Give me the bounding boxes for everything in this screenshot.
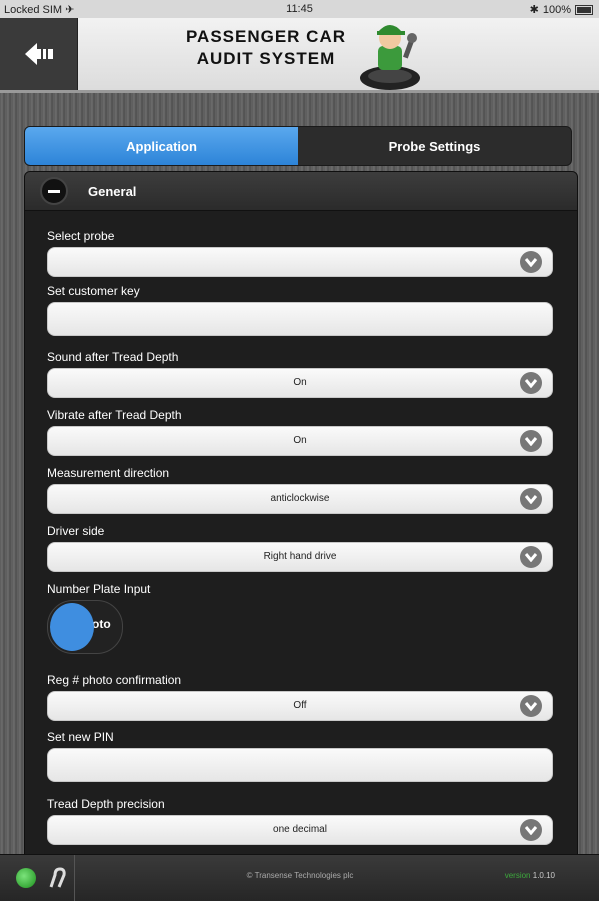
customer-key-field: Set customer key (47, 284, 553, 336)
driver-side-value: Right hand drive (263, 551, 337, 562)
version-number: 1.0.10 (532, 871, 555, 880)
precision-label: Tread Depth precision (47, 797, 165, 811)
app-title-line1: PASSENGER CAR (185, 27, 347, 46)
reg-photo-label: Reg # photo confirmation (47, 673, 182, 687)
vibrate-value: On (293, 435, 307, 446)
driver-side-dropdown[interactable]: Right hand drive (47, 542, 553, 572)
app-title-line2: AUDIT SYSTEM (196, 49, 336, 68)
select-probe-field: Select probe (47, 229, 553, 277)
status-bar: Locked SIM ✈ 11:45 ✱ 100% (0, 0, 599, 18)
select-probe-label: Select probe (47, 229, 115, 243)
connection-status-icon[interactable] (16, 868, 36, 888)
vibrate-field: Vibrate after Tread Depth On (47, 408, 553, 456)
number-plate-toggle-text: oto (92, 617, 111, 631)
toggle-knob[interactable] (50, 603, 94, 651)
sound-value: On (293, 377, 307, 388)
number-plate-field: Number Plate Input oto (47, 582, 553, 654)
sound-label: Sound after Tread Depth (47, 350, 179, 364)
app-title: PASSENGER CAR AUDIT SYSTEM (176, 26, 356, 70)
back-button[interactable] (0, 18, 78, 90)
version-label: version (504, 871, 531, 880)
copyright-text: © Transense Technologies plc (246, 871, 354, 880)
chevron-down-icon (520, 546, 542, 568)
battery-percent: 100% (542, 3, 571, 16)
reg-photo-dropdown[interactable]: Off (47, 691, 553, 721)
customer-key-label: Set customer key (47, 284, 140, 298)
tab-probe-settings[interactable]: Probe Settings (298, 127, 571, 165)
footer-bar: © Transense Technologies plc version 1.0… (0, 854, 599, 901)
battery-status: ✱ 100% (530, 3, 593, 16)
number-plate-label: Number Plate Input (47, 582, 151, 596)
chevron-down-icon (520, 372, 542, 394)
back-arrow-icon (24, 43, 53, 65)
chevron-down-icon (520, 695, 542, 717)
bluetooth-icon: ✱ (529, 4, 539, 16)
driver-side-label: Driver side (47, 524, 105, 538)
reg-photo-value: Off (293, 700, 307, 711)
precision-field: Tread Depth precision one decimal (47, 797, 553, 845)
app-header: PASSENGER CAR AUDIT SYSTEM (0, 18, 599, 93)
probe-icon[interactable] (45, 865, 69, 891)
general-section: General Select probe Set customer key So… (24, 171, 578, 856)
direction-label: Measurement direction (47, 466, 170, 480)
precision-dropdown[interactable]: one decimal (47, 815, 553, 845)
section-title: General (88, 183, 137, 199)
direction-dropdown[interactable]: anticlockwise (47, 484, 553, 514)
precision-value: one decimal (273, 824, 327, 835)
chevron-down-icon (520, 819, 542, 841)
battery-icon (575, 4, 593, 15)
direction-value: anticlockwise (270, 493, 330, 504)
collapse-minus-icon[interactable] (40, 177, 68, 205)
direction-field: Measurement direction anticlockwise (47, 466, 553, 514)
new-pin-label: Set new PIN (47, 730, 114, 744)
driver-side-field: Driver side Right hand drive (47, 524, 553, 572)
general-section-header[interactable]: General (25, 172, 577, 211)
sound-field: Sound after Tread Depth On (47, 350, 553, 398)
new-pin-input[interactable] (47, 748, 553, 782)
customer-key-input[interactable] (47, 302, 553, 336)
clock: 11:45 (286, 3, 313, 15)
version-info: version 1.0.10 (505, 871, 555, 880)
number-plate-toggle[interactable]: oto (47, 600, 123, 654)
footer-divider (74, 855, 75, 901)
mechanic-mascot-icon (360, 25, 420, 90)
select-probe-dropdown[interactable] (47, 247, 553, 277)
chevron-down-icon (520, 251, 542, 273)
settings-panel: Application Probe Settings General Selec… (24, 126, 578, 856)
new-pin-field: Set new PIN (47, 730, 553, 782)
vibrate-dropdown[interactable]: On (47, 426, 553, 456)
sound-dropdown[interactable]: On (47, 368, 553, 398)
chevron-down-icon (520, 430, 542, 452)
chevron-down-icon (520, 488, 542, 510)
tab-application[interactable]: Application (25, 127, 298, 165)
vibrate-label: Vibrate after Tread Depth (47, 408, 182, 422)
reg-photo-field: Reg # photo confirmation Off (47, 673, 553, 721)
tab-bar: Application Probe Settings (24, 126, 572, 166)
